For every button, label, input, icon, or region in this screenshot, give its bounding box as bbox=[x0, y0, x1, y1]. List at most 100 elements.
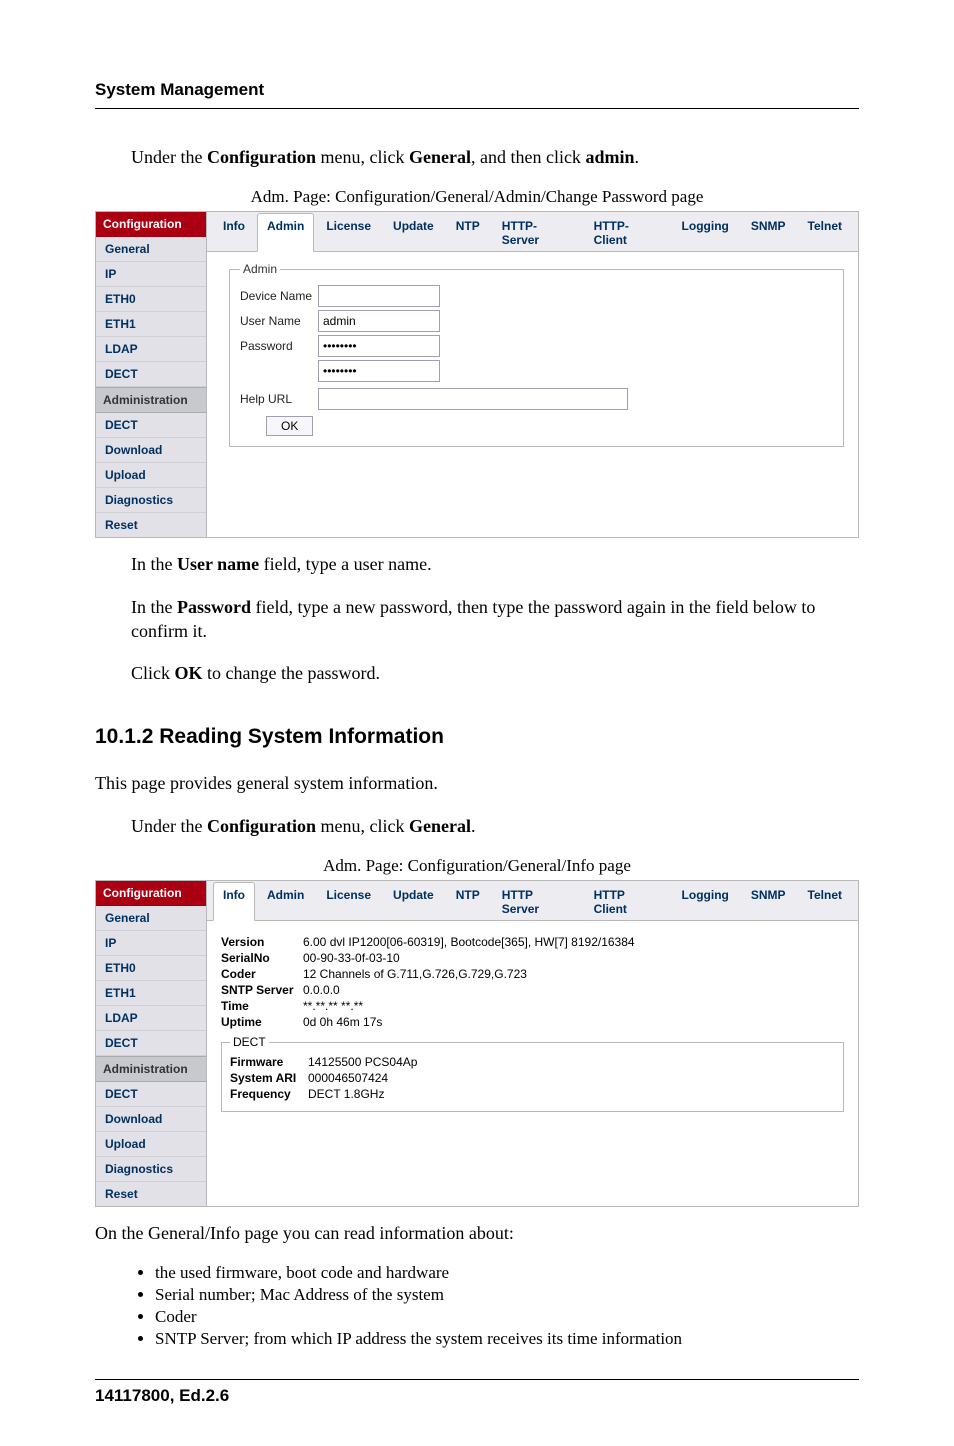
sidebar-head-configuration: Configuration bbox=[96, 212, 206, 237]
sidebar-item[interactable]: Upload bbox=[96, 463, 206, 488]
tab-info[interactable]: Info bbox=[213, 213, 255, 252]
user-name-label: User Name bbox=[240, 314, 318, 328]
paragraph-user-name: In the User name field, type a user name… bbox=[131, 552, 859, 576]
password-input[interactable] bbox=[318, 335, 440, 357]
system-ari-label: System ARI bbox=[230, 1071, 308, 1085]
tab-telnet[interactable]: Telnet bbox=[798, 213, 852, 252]
sidebar-item[interactable]: Download bbox=[96, 438, 206, 463]
sidebar-item[interactable]: Diagnostics bbox=[96, 1157, 206, 1182]
tab-http-server[interactable]: HTTP Server bbox=[492, 882, 582, 921]
tab-ntp[interactable]: NTP bbox=[446, 882, 490, 921]
device-name-input[interactable] bbox=[318, 285, 440, 307]
sidebar-item[interactable]: LDAP bbox=[96, 337, 206, 362]
paragraph-info-about: On the General/Info page you can read in… bbox=[95, 1221, 859, 1245]
sidebar-item[interactable]: General bbox=[96, 237, 206, 262]
info-bullet-list: the used firmware, boot code and hardwar… bbox=[131, 1263, 859, 1349]
sidebar-item[interactable]: ETH1 bbox=[96, 981, 206, 1006]
tab-snmp[interactable]: SNMP bbox=[741, 882, 796, 921]
list-item: Coder bbox=[155, 1307, 859, 1327]
sidebar-item[interactable]: Reset bbox=[96, 1182, 206, 1206]
device-name-label: Device Name bbox=[240, 289, 318, 303]
sidebar-head-administration: Administration bbox=[96, 387, 206, 413]
tab-snmp[interactable]: SNMP bbox=[741, 213, 796, 252]
sidebar-item[interactable]: IP bbox=[96, 931, 206, 956]
section-heading: 10.1.2 Reading System Information bbox=[95, 725, 859, 749]
sntp-value: 0.0.0.0 bbox=[303, 983, 340, 997]
dect-fieldset: DECT Firmware14125500 PCS04Ap System ARI… bbox=[221, 1035, 844, 1112]
list-item: SNTP Server; from which IP address the s… bbox=[155, 1329, 859, 1349]
sidebar: Configuration General IP ETH0 ETH1 LDAP … bbox=[96, 881, 207, 1206]
admin-legend: Admin bbox=[240, 262, 280, 276]
system-ari-value: 000046507424 bbox=[308, 1071, 388, 1085]
paragraph-click-ok: Click OK to change the password. bbox=[131, 661, 859, 685]
tab-license[interactable]: License bbox=[316, 213, 381, 252]
tab-telnet[interactable]: Telnet bbox=[798, 882, 852, 921]
tab-ntp[interactable]: NTP bbox=[446, 213, 490, 252]
sidebar-item[interactable]: General bbox=[96, 906, 206, 931]
sidebar-item[interactable]: DECT bbox=[96, 413, 206, 438]
tab-logging[interactable]: Logging bbox=[672, 882, 739, 921]
sntp-label: SNTP Server bbox=[221, 983, 303, 997]
sidebar-item[interactable]: Diagnostics bbox=[96, 488, 206, 513]
firmware-label: Firmware bbox=[230, 1055, 308, 1069]
time-label: Time bbox=[221, 999, 303, 1013]
tab-update[interactable]: Update bbox=[383, 882, 444, 921]
tab-info[interactable]: Info bbox=[213, 882, 255, 921]
screenshot-admin-page: Configuration General IP ETH0 ETH1 LDAP … bbox=[95, 211, 859, 538]
help-url-label: Help URL bbox=[240, 392, 318, 406]
sidebar-item[interactable]: Upload bbox=[96, 1132, 206, 1157]
tab-admin[interactable]: Admin bbox=[257, 882, 314, 921]
coder-label: Coder bbox=[221, 967, 303, 981]
sidebar-head-configuration: Configuration bbox=[96, 881, 206, 906]
help-url-input[interactable] bbox=[318, 388, 628, 410]
tab-update[interactable]: Update bbox=[383, 213, 444, 252]
tab-http-client[interactable]: HTTP-Client bbox=[584, 213, 670, 252]
password-confirm-input[interactable] bbox=[318, 360, 440, 382]
sidebar-item[interactable]: IP bbox=[96, 262, 206, 287]
serialno-label: SerialNo bbox=[221, 951, 303, 965]
sidebar-item[interactable]: ETH0 bbox=[96, 956, 206, 981]
list-item: the used firmware, boot code and hardwar… bbox=[155, 1263, 859, 1283]
tab-bar: Info Admin License Update NTP HTTP Serve… bbox=[207, 881, 858, 921]
page-footer: 14117800, Ed.2.6 bbox=[95, 1379, 859, 1406]
ok-button[interactable]: OK bbox=[266, 416, 313, 436]
sidebar-item[interactable]: DECT bbox=[96, 362, 206, 387]
tab-bar: Info Admin License Update NTP HTTP-Serve… bbox=[207, 212, 858, 252]
firmware-value: 14125500 PCS04Ap bbox=[308, 1055, 417, 1069]
version-label: Version bbox=[221, 935, 303, 949]
sidebar-item[interactable]: ETH0 bbox=[96, 287, 206, 312]
screenshot-info-page: Configuration General IP ETH0 ETH1 LDAP … bbox=[95, 880, 859, 1207]
paragraph-sysinfo: This page provides general system inform… bbox=[95, 771, 859, 795]
figure-caption-2: Adm. Page: Configuration/General/Info pa… bbox=[95, 856, 859, 876]
admin-fieldset: Admin Device Name User Name Password bbox=[229, 262, 844, 447]
figure-caption-1: Adm. Page: Configuration/General/Admin/C… bbox=[95, 187, 859, 207]
user-name-input[interactable] bbox=[318, 310, 440, 332]
sidebar-item[interactable]: LDAP bbox=[96, 1006, 206, 1031]
tab-license[interactable]: License bbox=[316, 882, 381, 921]
dect-legend: DECT bbox=[230, 1035, 269, 1049]
coder-value: 12 Channels of G.711,G.726,G.729,G.723 bbox=[303, 967, 527, 981]
page-header: System Management bbox=[95, 80, 859, 109]
sidebar-item[interactable]: Reset bbox=[96, 513, 206, 537]
paragraph-config-general: Under the Configuration menu, click Gene… bbox=[131, 814, 859, 838]
sidebar-item[interactable]: DECT bbox=[96, 1031, 206, 1056]
paragraph-password: In the Password field, type a new passwo… bbox=[131, 595, 859, 644]
frequency-label: Frequency bbox=[230, 1087, 308, 1101]
sidebar-item[interactable]: Download bbox=[96, 1107, 206, 1132]
tab-http-client[interactable]: HTTP Client bbox=[584, 882, 670, 921]
tab-http-server[interactable]: HTTP-Server bbox=[492, 213, 582, 252]
tab-logging[interactable]: Logging bbox=[672, 213, 739, 252]
sidebar-item[interactable]: DECT bbox=[96, 1082, 206, 1107]
tab-admin[interactable]: Admin bbox=[257, 213, 314, 252]
time-value: **.**.** **.** bbox=[303, 999, 363, 1013]
password-label: Password bbox=[240, 339, 318, 353]
sidebar-item[interactable]: ETH1 bbox=[96, 312, 206, 337]
serialno-value: 00-90-33-0f-03-10 bbox=[303, 951, 400, 965]
sidebar-head-administration: Administration bbox=[96, 1056, 206, 1082]
uptime-label: Uptime bbox=[221, 1015, 303, 1029]
list-item: Serial number; Mac Address of the system bbox=[155, 1285, 859, 1305]
frequency-value: DECT 1.8GHz bbox=[308, 1087, 384, 1101]
version-value: 6.00 dvl IP1200[06-60319], Bootcode[365]… bbox=[303, 935, 635, 949]
uptime-value: 0d 0h 46m 17s bbox=[303, 1015, 382, 1029]
sidebar: Configuration General IP ETH0 ETH1 LDAP … bbox=[96, 212, 207, 537]
